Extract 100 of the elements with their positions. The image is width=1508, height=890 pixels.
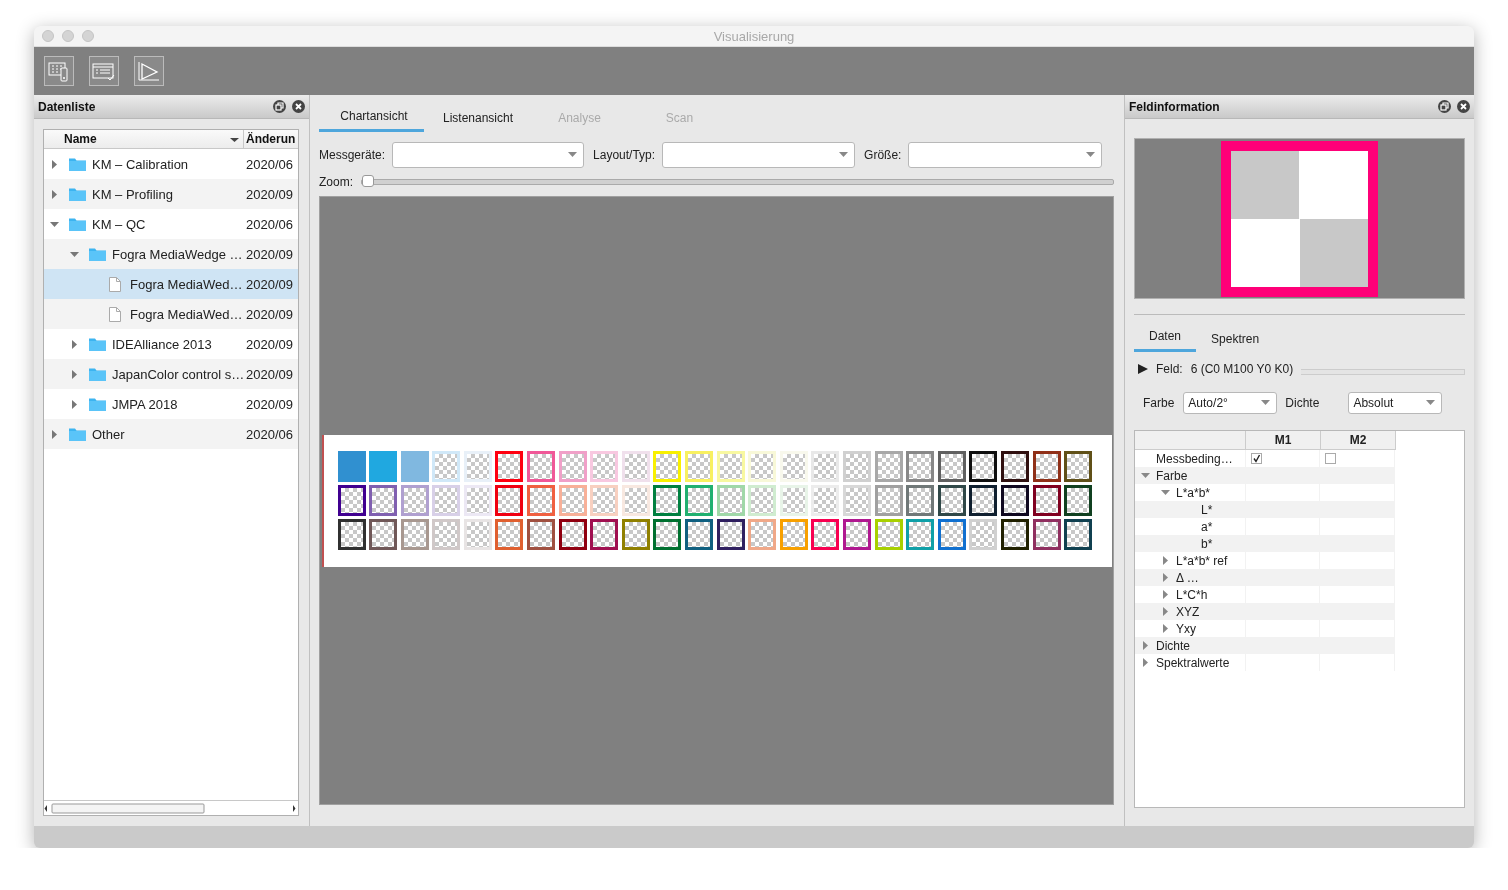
color-patch[interactable] [1032,484,1061,516]
tab[interactable]: Chartansicht [319,107,424,132]
slider-thumb[interactable] [362,175,374,187]
checkbox[interactable] [1325,453,1337,464]
collapse-arrow-icon[interactable] [1161,488,1170,497]
close-dot[interactable] [42,30,54,42]
column-header[interactable]: Name [44,130,244,148]
color-patch[interactable] [685,518,714,550]
caret-icon [1426,400,1436,406]
color-patch[interactable] [400,450,429,482]
item-name: KM – Profiling [92,186,173,202]
item-date: 2020/06 [246,426,293,442]
color-patch[interactable] [716,518,745,550]
color-patch[interactable] [653,518,682,550]
expand-arrow-icon[interactable] [1138,364,1148,374]
color-patch[interactable] [1000,450,1029,482]
color-patch[interactable] [527,518,556,550]
tree-row[interactable]: Fogra MediaWedge … 2020/09 [44,239,298,269]
tree-row[interactable]: IDEAlliance 2013 2020/09 [44,329,298,359]
tree-row[interactable]: JapanColor control s…2020/09 [44,359,298,389]
color-patch[interactable] [906,484,935,516]
minimize-dot[interactable] [62,30,74,42]
color-patch[interactable] [590,518,619,550]
list-check-icon [92,60,116,82]
column-header[interactable]: M2 [1321,431,1396,449]
dropdown[interactable] [662,142,856,168]
tree-row[interactable]: KM – QC 2020/06 [44,209,298,239]
color-patch[interactable] [653,484,682,516]
color-patch[interactable] [748,518,777,550]
column-header[interactable]: M1 [1246,431,1321,449]
property-name: L*C*h [1176,587,1208,602]
color-patch[interactable] [1000,484,1029,516]
color-patch[interactable] [400,518,429,550]
color-patch[interactable] [337,450,366,482]
color-patch[interactable] [937,450,966,482]
color-patch[interactable] [1000,518,1029,550]
color-patch[interactable] [495,484,524,516]
item-name: IDEAlliance 2013 [112,336,212,352]
color-patch[interactable] [811,518,840,550]
color-patch[interactable] [558,518,587,550]
tree-row[interactable]: JMPA 2018 2020/09 [44,389,298,419]
color-patch[interactable] [1064,450,1093,482]
color-patch[interactable] [527,450,556,482]
color-patch[interactable] [906,450,935,482]
close-icon[interactable] [292,100,305,113]
toolbar-button[interactable] [44,56,74,86]
tree-row[interactable]: Other 2020/06 [44,419,298,449]
color-patch[interactable] [906,518,935,550]
collapse-arrow-icon[interactable] [50,219,59,229]
color-patch[interactable] [495,518,524,550]
tab[interactable]: Spektren [1196,329,1275,352]
column-header[interactable]: Änderun [244,130,296,148]
dropdown[interactable]: Auto/2° [1183,392,1278,414]
color-patch[interactable] [1032,518,1061,550]
folder-icon [89,397,106,411]
dropdown[interactable] [908,142,1103,168]
restore-icon[interactable] [1438,100,1451,113]
color-patch[interactable] [527,484,556,516]
item-date: 2020/06 [246,216,293,232]
tree-row[interactable]: Fogra MediaWed… 2020/09 [44,299,298,329]
color-patch[interactable] [369,484,398,516]
close-icon[interactable] [1457,100,1470,113]
color-patch[interactable] [400,484,429,516]
toolbar-button[interactable] [134,56,164,86]
restore-icon[interactable] [273,100,286,113]
color-patch[interactable] [969,450,998,482]
collapse-arrow-icon[interactable] [70,249,79,259]
collapse-arrow-icon[interactable] [1141,471,1150,480]
color-patch[interactable] [369,518,398,550]
color-patch[interactable] [843,518,871,550]
property-name: L*a*b* [1176,485,1211,500]
tree-row[interactable]: Fogra MediaWed… 2020/09 [44,269,298,299]
color-patch[interactable] [779,518,808,550]
color-patch[interactable] [937,518,966,550]
zoom-dot[interactable] [82,30,94,42]
color-patch[interactable] [621,518,650,550]
color-patch[interactable] [937,484,966,516]
color-patch[interactable] [874,484,903,516]
check-icon [1251,454,1261,463]
color-patch[interactable] [337,484,366,516]
dropdown[interactable] [392,142,585,168]
item-date: 2020/09 [246,366,293,382]
color-patch[interactable] [1064,518,1093,550]
color-patch[interactable] [969,484,998,516]
tab[interactable]: Listenansicht [424,107,527,132]
color-patch[interactable] [558,450,587,482]
color-patch[interactable] [1064,484,1093,516]
color-patch[interactable] [337,518,366,550]
color-patch[interactable] [1032,450,1061,482]
color-patch[interactable] [495,450,524,482]
tab[interactable]: Daten [1134,329,1197,352]
tree-row[interactable]: KM – Calibration 2020/06 [44,149,298,179]
color-patch[interactable] [874,450,903,482]
dropdown[interactable]: Absolut [1348,392,1443,414]
color-patch[interactable] [685,484,714,516]
color-patch[interactable] [369,450,398,482]
tree-row[interactable]: KM – Profiling 2020/09 [44,179,298,209]
checkbox[interactable] [1250,453,1262,464]
toolbar-button[interactable] [89,56,119,86]
horizontal-scrollbar[interactable] [44,801,296,815]
